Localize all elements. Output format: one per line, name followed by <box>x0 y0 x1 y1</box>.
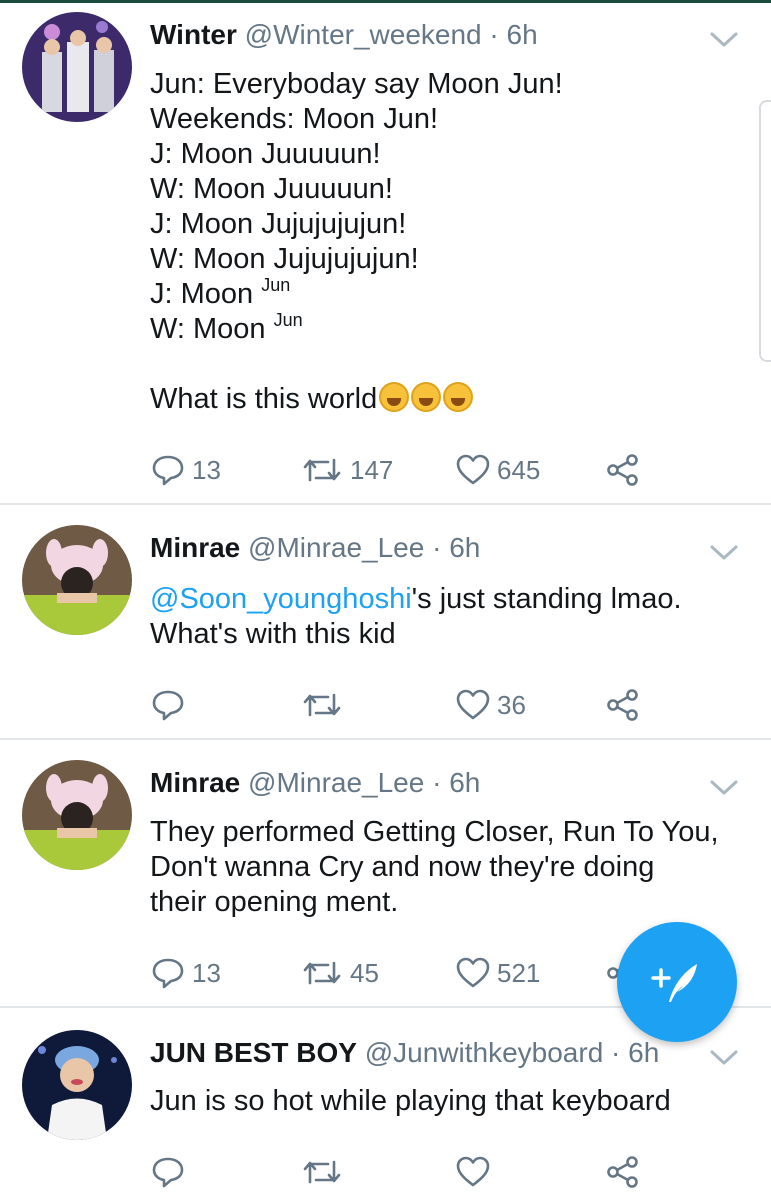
tweet-line: W: Moon Jujujujujun! <box>150 243 419 275</box>
retweet-count: 45 <box>350 957 379 988</box>
share-button[interactable] <box>605 1152 641 1192</box>
reply-count: 13 <box>192 454 221 485</box>
retweet-icon <box>303 961 341 985</box>
timestamp[interactable]: · 6h <box>489 19 537 50</box>
share-icon <box>607 689 638 721</box>
superscript-text: Jun <box>261 275 291 295</box>
superscript-text: Jun <box>273 310 303 330</box>
retweet-icon <box>303 1160 341 1184</box>
line-text: What is this world <box>150 383 378 415</box>
display-name[interactable]: Minrae <box>150 767 240 798</box>
tweet[interactable]: Winter @Winter_weekend · 6h Jun: Everybo… <box>0 0 771 505</box>
share-icon <box>607 454 638 486</box>
tweet[interactable]: Minrae @Minrae_Lee · 6h @Soon_younghoshi… <box>0 505 771 740</box>
tweet-text: Jun is so hot while playing that keyboar… <box>150 1084 671 1119</box>
like-button[interactable]: 521 <box>455 953 540 993</box>
reply-count: 13 <box>192 957 221 988</box>
grinning-squinting-face-icon <box>411 382 442 412</box>
tweet-actions: 36 <box>150 685 670 725</box>
tweet-text: @Soon_younghoshi's just standing lmao. W… <box>150 582 682 652</box>
tweet-line: J: Moon Jun <box>150 275 563 312</box>
chevron-down-icon[interactable] <box>708 28 740 50</box>
tweet-line: Jun: Everyboday say Moon Jun! <box>150 68 563 100</box>
retweet-count: 147 <box>350 454 394 485</box>
reply-button[interactable]: 13 <box>150 953 221 993</box>
like-icon <box>456 957 490 988</box>
display-name[interactable]: Winter <box>150 19 237 50</box>
chevron-down-icon[interactable] <box>708 776 740 798</box>
retweet-button[interactable] <box>300 1152 344 1192</box>
like-icon <box>456 1156 490 1187</box>
chevron-down-icon[interactable] <box>708 1046 740 1068</box>
avatar[interactable] <box>22 1030 132 1140</box>
tweet-actions: 13 147 645 <box>150 450 670 490</box>
mention-link[interactable]: @Soon_younghoshi <box>150 583 412 615</box>
compose-tweet-button[interactable] <box>617 922 737 1042</box>
grinning-squinting-face-icon <box>379 382 410 412</box>
retweet-button[interactable]: 45 <box>300 953 379 993</box>
tweet-actions <box>150 1152 670 1192</box>
reply-icon <box>152 455 184 486</box>
like-button[interactable]: 645 <box>455 450 540 490</box>
reply-icon <box>152 690 184 721</box>
share-button[interactable] <box>605 685 641 725</box>
tweet-line: Jun is so hot while playing that keyboar… <box>150 1085 671 1117</box>
tweet-line: their opening ment. <box>150 886 399 918</box>
retweet-button[interactable] <box>300 685 350 725</box>
like-icon <box>456 454 490 485</box>
retweet-icon <box>303 458 341 482</box>
line-text: 's just standing lmao. <box>411 583 682 615</box>
reply-icon <box>152 1157 184 1188</box>
display-name[interactable]: JUN BEST BOY <box>150 1037 357 1068</box>
tweet-line: They performed Getting Closer, Run To Yo… <box>150 816 719 848</box>
tweet-line: J: Moon Jujujujujun! <box>150 208 407 240</box>
tweet-line: @Soon_younghoshi's just standing lmao. <box>150 582 682 617</box>
like-count: 36 <box>497 689 526 720</box>
chevron-down-icon[interactable] <box>708 541 740 563</box>
compose-tweet-icon <box>651 964 697 1002</box>
tweet-header: Minrae @Minrae_Lee · 6h <box>150 766 480 800</box>
line-text: W: Moon <box>150 313 274 345</box>
handle[interactable]: @Minrae_Lee <box>248 532 424 563</box>
like-icon <box>456 689 490 720</box>
like-button[interactable]: 36 <box>455 685 526 725</box>
retweet-icon <box>303 693 341 717</box>
handle[interactable]: @Winter_weekend <box>245 19 482 50</box>
display-name[interactable]: Minrae <box>150 532 240 563</box>
tweet-text: They performed Getting Closer, Run To Yo… <box>150 815 719 920</box>
tweet-header: Winter @Winter_weekend · 6h <box>150 18 538 52</box>
tweet-line: What's with this kid <box>150 618 396 650</box>
tweet-line: J: Moon Juuuuun! <box>150 138 381 170</box>
reply-button[interactable]: 13 <box>150 450 221 490</box>
tweet-line: Weekends: Moon Jun! <box>150 103 439 135</box>
tweet-line: W: Moon Juuuuun! <box>150 173 393 205</box>
tweet-line: Don't wanna Cry and now they're doing <box>150 851 655 883</box>
like-count: 521 <box>497 957 541 988</box>
avatar[interactable] <box>22 525 132 635</box>
like-count: 645 <box>497 454 541 485</box>
handle[interactable]: @Junwithkeyboard <box>365 1037 604 1068</box>
tweet-text: Jun: Everyboday say Moon Jun! Weekends: … <box>150 67 563 417</box>
avatar[interactable] <box>22 12 132 122</box>
tweet-header: Minrae @Minrae_Lee · 6h <box>150 531 480 565</box>
share-button[interactable] <box>605 450 641 490</box>
retweet-button[interactable]: 147 <box>300 450 393 490</box>
reply-icon <box>152 958 184 989</box>
timestamp[interactable]: · 6h <box>432 767 480 798</box>
reply-button[interactable] <box>150 685 192 725</box>
tweet-header: JUN BEST BOY @Junwithkeyboard · 6h <box>150 1036 659 1070</box>
tweet-line: W: Moon Jun <box>150 310 563 347</box>
timestamp[interactable]: · 6h <box>611 1037 659 1068</box>
reply-button[interactable] <box>150 1152 186 1192</box>
share-icon <box>607 1156 638 1188</box>
line-text: J: Moon <box>150 278 262 310</box>
timestamp[interactable]: · 6h <box>432 532 480 563</box>
tweet-actions: 13 45 521 <box>150 953 670 993</box>
like-button[interactable] <box>455 1152 491 1192</box>
grinning-squinting-face-icon <box>443 382 474 412</box>
handle[interactable]: @Minrae_Lee <box>248 767 424 798</box>
avatar[interactable] <box>22 760 132 870</box>
tweet-line: What is this world <box>150 382 563 417</box>
